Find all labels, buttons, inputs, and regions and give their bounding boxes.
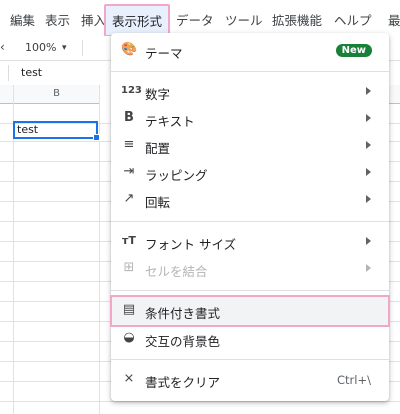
menu-item-label: 交互の背景色 — [145, 334, 221, 349]
menu-item-label: 条件付き書式 — [145, 306, 221, 321]
menu-item-text[interactable]: B テキスト — [111, 106, 389, 132]
submenu-arrow-icon — [366, 141, 371, 149]
menu-item-label: テキスト — [145, 114, 195, 129]
menu-view[interactable]: 表示 — [45, 10, 70, 29]
active-cell[interactable]: test — [13, 121, 100, 141]
chevron-down-icon[interactable]: ▾ — [62, 43, 67, 53]
menu-divider — [111, 221, 389, 222]
menu-insert[interactable]: 挿入 — [81, 10, 106, 29]
menu-item-label: テーマ — [145, 46, 183, 61]
menu-item-number[interactable]: 123 数字 — [111, 79, 389, 105]
menu-divider — [111, 290, 389, 291]
new-badge: New — [335, 44, 372, 57]
submenu-arrow-icon — [366, 114, 371, 122]
menu-item-label: フォント サイズ — [145, 237, 237, 252]
menu-item-label: 数字 — [145, 87, 171, 102]
paint-roller-icon: ▤ — [122, 302, 136, 317]
number-icon: 123 — [121, 85, 142, 96]
zoom-select[interactable]: 100% — [25, 41, 56, 54]
menu-item-label: 配置 — [145, 141, 171, 156]
column-header-b[interactable]: B — [13, 85, 100, 104]
shortcut-text: Ctrl+\ — [337, 373, 371, 387]
format-menu: 🎨 テーマ New 123 数字 B テキスト ≡ 配置 ⇥ ラッピング ↗ 回… — [110, 33, 390, 401]
align-icon: ≡ — [123, 137, 135, 152]
menu-item-label: 書式をクリア — [145, 375, 221, 390]
menu-item-theme[interactable]: 🎨 テーマ New — [111, 38, 389, 64]
menu-item-label: 回転 — [145, 195, 171, 210]
menu-data[interactable]: データ — [176, 10, 214, 29]
menu-divider — [111, 359, 389, 360]
menu-tools[interactable]: ツール — [225, 10, 263, 29]
merge-icon: ⊞ — [123, 260, 135, 275]
menu-item-label: ラッピング — [145, 168, 208, 183]
toolbar-divider — [82, 40, 83, 56]
grid-line — [0, 401, 400, 402]
fill-color-icon: ◒ — [123, 330, 135, 345]
submenu-arrow-icon — [366, 168, 371, 176]
fill-handle[interactable] — [93, 134, 100, 141]
rotate-icon: ↗ — [123, 191, 135, 206]
palette-icon: 🎨 — [121, 42, 138, 57]
menu-item-alignment[interactable]: ≡ 配置 — [111, 133, 389, 159]
submenu-arrow-icon — [366, 264, 371, 272]
menu-extensions[interactable]: 拡張機能 — [272, 10, 322, 29]
formula-input[interactable]: test — [21, 66, 42, 79]
menu-item-merge-cells: ⊞ セルを結合 — [111, 256, 389, 282]
menu-item-rotation[interactable]: ↗ 回転 — [111, 187, 389, 213]
wrap-icon: ⇥ — [123, 164, 135, 179]
menu-item-alternating-colors[interactable]: ◒ 交互の背景色 — [111, 326, 389, 352]
paint-format-icon[interactable]: ‹ — [0, 40, 5, 54]
formula-divider — [8, 65, 9, 81]
menu-item-conditional-formatting[interactable]: ▤ 条件付き書式 — [110, 295, 390, 327]
menu-edit[interactable]: 編集 — [10, 10, 35, 29]
font-size-icon: тT — [122, 234, 136, 247]
menu-item-font-size[interactable]: тT フォント サイズ — [111, 229, 389, 255]
cell-value: test — [17, 123, 39, 136]
menu-item-clear-formatting[interactable]: ⨯ 書式をクリア Ctrl+\ — [111, 367, 389, 393]
clear-format-icon: ⨯ — [123, 371, 135, 386]
submenu-arrow-icon — [366, 237, 371, 245]
menu-bar: 編集 表示 挿入 表示形式 データ ツール 拡張機能 ヘルプ 最 — [0, 0, 400, 37]
menu-item-wrapping[interactable]: ⇥ ラッピング — [111, 160, 389, 186]
submenu-arrow-icon — [366, 195, 371, 203]
menu-divider — [111, 71, 389, 72]
submenu-arrow-icon — [366, 87, 371, 95]
menu-more[interactable]: 最 — [388, 10, 400, 29]
row-header-corner — [0, 85, 13, 104]
bold-icon: B — [124, 110, 134, 125]
menu-help[interactable]: ヘルプ — [334, 10, 372, 29]
menu-item-label: セルを結合 — [145, 264, 208, 279]
